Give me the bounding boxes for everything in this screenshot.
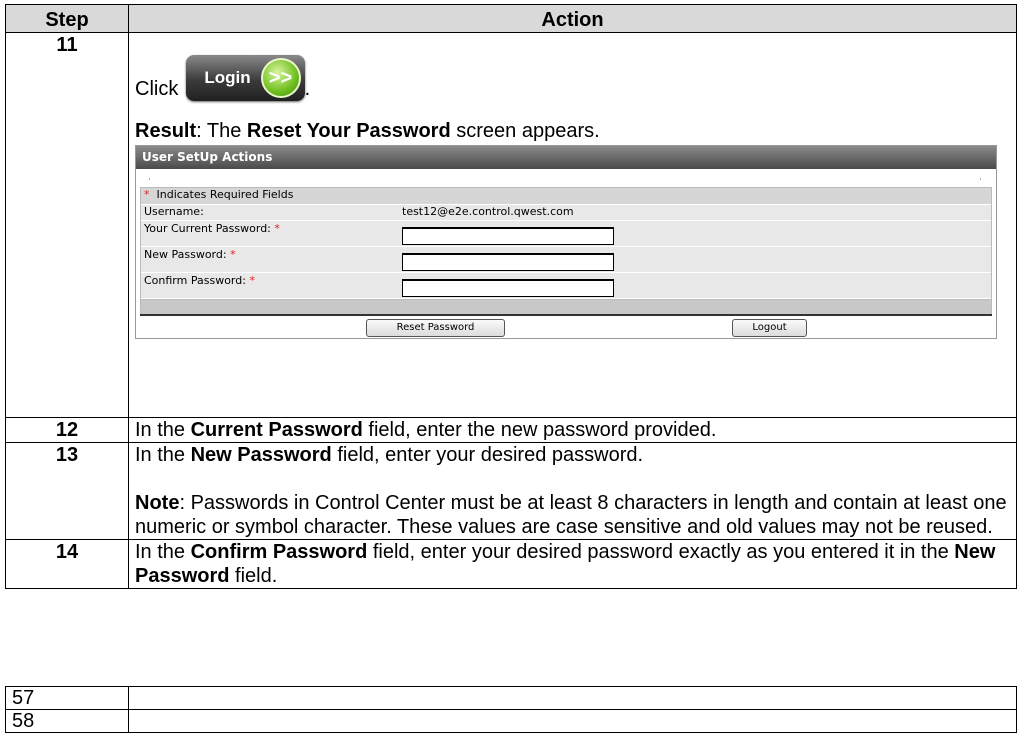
result-label: Result — [135, 120, 197, 142]
action-cell: In the Confirm Password field, enter you… — [128, 539, 1017, 589]
step-number: 13 — [5, 442, 129, 540]
username-row: Username: test12@e2e.control.qwest.com — [141, 205, 991, 221]
action-text: field, enter your desired password. — [331, 444, 644, 466]
action-text: In the — [135, 444, 191, 466]
page-row: 57 — [5, 686, 1017, 710]
page-blank-cell — [128, 709, 1017, 733]
required-asterisk: * — [230, 248, 236, 261]
page-number-table: 57 58 — [5, 686, 1017, 733]
required-asterisk: * — [144, 188, 150, 201]
reset-password-screenshot: User SetUp Actions · · * Indicates Requir… — [135, 145, 997, 339]
click-text: Click — [135, 78, 179, 100]
step-number: 12 — [5, 417, 129, 443]
current-password-row: Your Current Password: * — [141, 221, 991, 247]
required-note: Indicates Required Fields — [156, 188, 294, 201]
result-text: Result: The Reset Your Password screen a… — [135, 119, 1010, 143]
required-note-row: * Indicates Required Fields — [141, 188, 991, 205]
double-arrow-icon: >> — [260, 58, 301, 98]
step-number: 11 — [5, 32, 129, 418]
new-password-label: New Password: — [144, 248, 227, 261]
step-number: 14 — [5, 539, 129, 589]
password-note: Note: Passwords in Control Center must b… — [135, 491, 1010, 539]
page-blank-cell — [128, 686, 1017, 710]
field-name: New Password — [190, 444, 332, 466]
action-cell: In the New Password field, enter your de… — [128, 442, 1017, 540]
new-password-row: New Password: * — [141, 247, 991, 273]
action-text: In the — [135, 541, 191, 563]
button-bar: Reset Password Logout — [140, 314, 992, 338]
password-form: * Indicates Required Fields Username: te… — [140, 187, 992, 314]
form-footer-bar — [141, 299, 991, 314]
screen-spacer: · · — [148, 175, 982, 185]
note-label: Note — [135, 492, 180, 514]
steps-table: Step Action 11 Click Login >> . Result: … — [5, 4, 1017, 589]
new-password-input[interactable] — [402, 252, 614, 271]
action-cell: Click Login >> . Result: The Reset Your … — [128, 32, 1017, 418]
username-value: test12@e2e.control.qwest.com — [402, 205, 574, 218]
step-row-14: 14 In the Confirm Password field, enter … — [5, 539, 1017, 589]
login-button-label: Login — [204, 68, 251, 87]
note-text: : Passwords in Control Center must be at… — [135, 492, 1007, 538]
result-pre: : The — [196, 120, 247, 142]
click-period: . — [304, 78, 311, 100]
logout-button[interactable]: Logout — [732, 319, 807, 337]
username-label: Username: — [144, 205, 204, 218]
field-name: Current Password — [190, 419, 363, 441]
action-header: Action — [128, 4, 1017, 33]
current-password-input[interactable] — [402, 226, 614, 245]
page-number: 57 — [5, 686, 129, 710]
click-instruction: Click Login >> . — [135, 51, 1010, 101]
action-text: field, enter your desired password exact… — [367, 541, 955, 563]
step-header: Step — [5, 4, 129, 33]
action-text: In the — [135, 419, 191, 441]
current-password-label: Your Current Password: — [144, 222, 271, 235]
result-screen-name: Reset Your Password — [246, 120, 451, 142]
confirm-password-input[interactable] — [402, 278, 614, 297]
header-row: Step Action — [5, 4, 1017, 33]
page-row: 58 — [5, 709, 1017, 733]
action-text: field. — [229, 565, 278, 587]
login-button[interactable]: Login >> — [186, 55, 305, 101]
screen-title: User SetUp Actions — [136, 146, 996, 169]
confirm-password-row: Confirm Password: * — [141, 273, 991, 299]
result-post: screen appears. — [450, 120, 600, 142]
field-name: Confirm Password — [190, 541, 368, 563]
action-cell: In the Current Password field, enter the… — [128, 417, 1017, 443]
reset-password-button[interactable]: Reset Password — [366, 319, 505, 337]
required-asterisk: * — [274, 222, 280, 235]
action-text: field, enter the new password provided. — [362, 419, 717, 441]
step-row-13: 13 In the New Password field, enter your… — [5, 442, 1017, 540]
page-number: 58 — [5, 709, 129, 733]
step-row-12: 12 In the Current Password field, enter … — [5, 417, 1017, 443]
confirm-password-label: Confirm Password: — [144, 274, 246, 287]
step-row-11: 11 Click Login >> . Result: The Reset Yo… — [5, 32, 1017, 418]
required-asterisk: * — [249, 274, 255, 287]
